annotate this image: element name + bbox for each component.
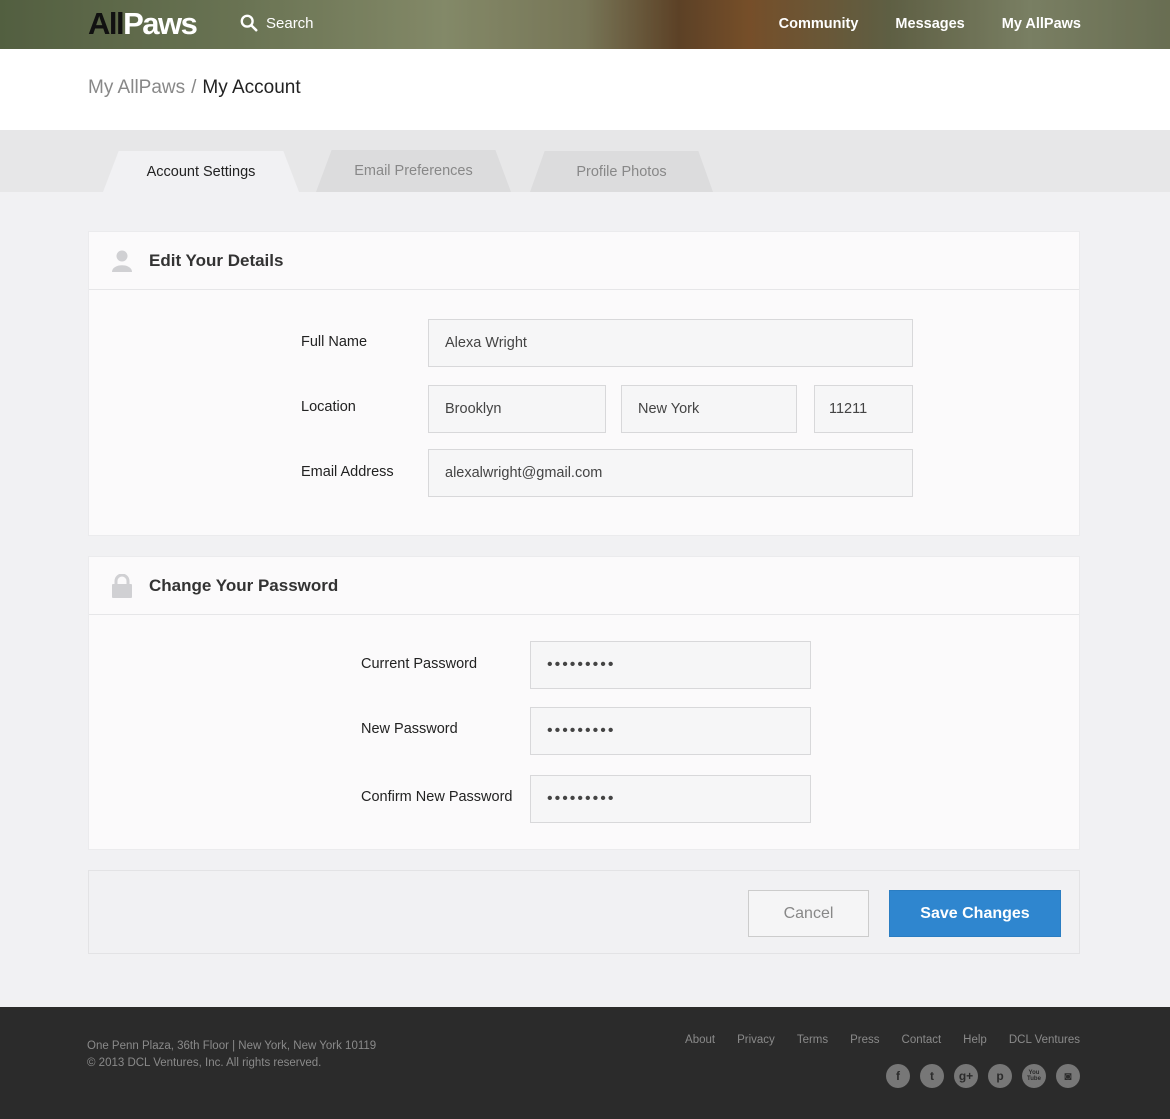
- search-label: Search: [266, 14, 314, 32]
- allpaws-logo[interactable]: AllPaws: [88, 6, 198, 41]
- main-nav: Community Messages My AllPaws: [779, 16, 1081, 32]
- confirm-password-label: Confirm New Password: [361, 789, 513, 805]
- top-header: AllPaws Search Community Messages My All…: [0, 0, 1170, 49]
- tab-account-settings[interactable]: Account Settings: [103, 151, 299, 192]
- full-name-input[interactable]: [428, 319, 913, 367]
- site-footer: One Penn Plaza, 36th Floor | New York, N…: [0, 1007, 1170, 1119]
- social-icons: f t g+ p You Tube ◙: [886, 1064, 1080, 1088]
- pinterest-icon[interactable]: p: [988, 1064, 1012, 1088]
- email-label: Email Address: [301, 464, 394, 480]
- full-name-label: Full Name: [301, 334, 368, 350]
- new-password-input[interactable]: [530, 707, 811, 755]
- user-icon: [112, 250, 132, 272]
- lock-icon: [112, 573, 132, 598]
- footer-address: One Penn Plaza, 36th Floor | New York, N…: [87, 1040, 377, 1052]
- breadcrumb: My AllPaws / My Account: [88, 77, 301, 99]
- search-icon: [240, 14, 258, 32]
- tab-label: Account Settings: [146, 163, 256, 180]
- location-label: Location: [301, 399, 356, 415]
- tab-label: Profile Photos: [576, 163, 667, 180]
- details-title: Edit Your Details: [149, 250, 284, 270]
- tab-strip: Account Settings Email Preferences Profi…: [0, 130, 1170, 192]
- nav-community[interactable]: Community: [779, 16, 859, 32]
- footer-address-block: One Penn Plaza, 36th Floor | New York, N…: [87, 1038, 376, 1072]
- youtube-icon[interactable]: You Tube: [1022, 1064, 1046, 1088]
- new-password-label: New Password: [361, 721, 458, 737]
- current-password-label: Current Password: [361, 656, 478, 672]
- footer-links: About Privacy Terms Press Contact Help D…: [685, 1034, 1080, 1046]
- breadcrumb-parent[interactable]: My AllPaws: [88, 77, 185, 99]
- facebook-icon[interactable]: f: [886, 1064, 910, 1088]
- nav-messages[interactable]: Messages: [895, 16, 964, 32]
- logo-paws: Paws: [123, 6, 198, 41]
- email-input[interactable]: [428, 449, 913, 497]
- footer-link-privacy[interactable]: Privacy: [737, 1034, 775, 1046]
- search-link[interactable]: Search: [240, 14, 314, 32]
- confirm-password-input[interactable]: [530, 775, 811, 823]
- footer-link-about[interactable]: About: [685, 1034, 715, 1046]
- logo-all: All: [88, 6, 125, 41]
- nav-my-allpaws[interactable]: My AllPaws: [1002, 16, 1081, 32]
- googleplus-icon[interactable]: g+: [954, 1064, 978, 1088]
- footer-link-terms[interactable]: Terms: [797, 1034, 828, 1046]
- page-title: My Account: [202, 77, 301, 98]
- password-card: Change Your Password Current Password Ne…: [88, 556, 1080, 850]
- twitter-icon[interactable]: t: [920, 1064, 944, 1088]
- footer-link-help[interactable]: Help: [963, 1034, 987, 1046]
- form-actions: Cancel Save Changes: [88, 870, 1080, 954]
- details-card: Edit Your Details Full Name Location Ema…: [88, 231, 1080, 536]
- breadcrumb-bar: My AllPaws / My Account: [0, 49, 1170, 130]
- instagram-icon[interactable]: ◙: [1056, 1064, 1080, 1088]
- footer-copyright: © 2013 DCL Ventures, Inc. All rights res…: [87, 1057, 322, 1069]
- tab-email-preferences[interactable]: Email Preferences: [316, 150, 511, 192]
- tab-profile-photos[interactable]: Profile Photos: [530, 151, 713, 192]
- password-title: Change Your Password: [149, 575, 339, 595]
- password-header: Change Your Password: [89, 557, 1079, 615]
- save-changes-button[interactable]: Save Changes: [889, 890, 1061, 937]
- state-input[interactable]: [621, 385, 797, 433]
- tab-label: Email Preferences: [354, 163, 473, 179]
- footer-link-dcl-ventures[interactable]: DCL Ventures: [1009, 1034, 1080, 1046]
- footer-link-press[interactable]: Press: [850, 1034, 879, 1046]
- city-input[interactable]: [428, 385, 606, 433]
- cancel-button[interactable]: Cancel: [748, 890, 869, 937]
- details-header: Edit Your Details: [89, 232, 1079, 290]
- footer-link-contact[interactable]: Contact: [902, 1034, 942, 1046]
- current-password-input[interactable]: [530, 641, 811, 689]
- breadcrumb-separator: /: [191, 77, 197, 98]
- zip-input[interactable]: [814, 385, 913, 433]
